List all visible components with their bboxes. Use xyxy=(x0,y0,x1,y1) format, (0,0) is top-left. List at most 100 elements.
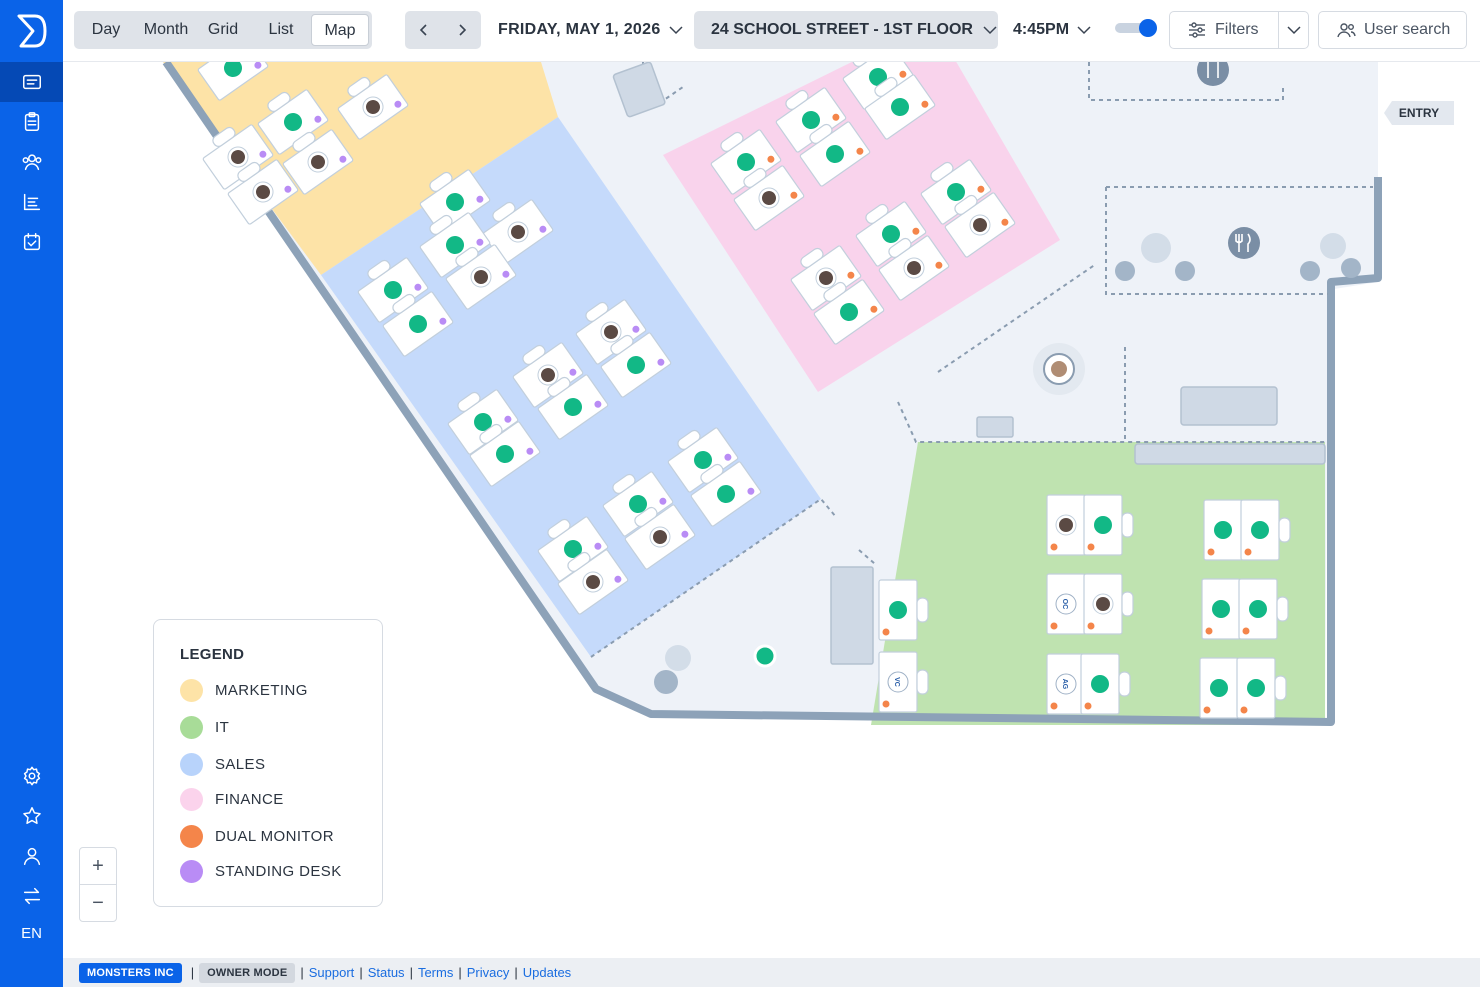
user-search-button[interactable]: User search xyxy=(1318,11,1467,49)
app-logo[interactable] xyxy=(13,12,51,50)
available-spot[interactable] xyxy=(753,644,777,668)
sliders-icon xyxy=(1189,22,1205,38)
user-search-label: User search xyxy=(1364,21,1451,38)
support-link[interactable]: Support xyxy=(309,965,355,980)
chair xyxy=(1300,261,1320,281)
organization-badge[interactable]: MONSTERS INC xyxy=(79,962,182,983)
date-nav xyxy=(405,11,481,49)
terms-link[interactable]: Terms xyxy=(418,965,453,980)
desk-chair xyxy=(1276,596,1289,622)
switch-icon xyxy=(23,887,40,905)
occupant-photo xyxy=(1059,518,1073,532)
legend-item-dual-monitor: DUAL MONITOR xyxy=(180,824,334,848)
view-list-button[interactable]: List xyxy=(258,14,304,46)
user-icon xyxy=(23,847,40,865)
chevron-left-icon xyxy=(419,24,427,36)
available-marker xyxy=(1091,675,1109,693)
top-bar: Day Month Grid List Map FRIDAY, MAY 1, 2… xyxy=(63,0,1480,62)
legend-item-finance: FINANCE xyxy=(180,787,284,811)
available-marker xyxy=(889,601,907,619)
view-switcher: Day Month Grid List Map xyxy=(74,11,372,49)
sidebar-item-tasks[interactable] xyxy=(0,102,63,142)
reports-icon xyxy=(23,193,40,211)
cabinet xyxy=(976,416,1014,438)
time-label: 4:45PM xyxy=(1013,21,1070,38)
chevron-down-icon xyxy=(1077,26,1091,35)
chevron-down-icon xyxy=(1287,26,1301,35)
date-selector[interactable]: FRIDAY, MAY 1, 2026 xyxy=(498,11,683,49)
desk-feature-dot xyxy=(1205,627,1213,635)
status-link[interactable]: Status xyxy=(368,965,405,980)
zoom-out-button[interactable]: − xyxy=(80,885,116,922)
mode-badge: OWNER MODE xyxy=(199,962,296,983)
desk-feature-dot xyxy=(882,700,890,708)
next-day-button[interactable] xyxy=(443,11,481,49)
filters-button[interactable]: Filters xyxy=(1170,12,1278,48)
location-label: 24 SCHOOL STREET - 1ST FLOOR xyxy=(711,21,973,38)
language-selector[interactable]: EN xyxy=(0,925,63,942)
filters-control: Filters xyxy=(1169,11,1309,49)
view-month-button[interactable]: Month xyxy=(134,14,198,46)
sidebar-item-bookings[interactable] xyxy=(0,62,63,102)
chair xyxy=(654,670,678,694)
desk-feature-dot xyxy=(1207,548,1215,556)
occupant-photo xyxy=(1096,597,1110,611)
desk-feature-dot xyxy=(1050,702,1058,710)
meeting-room-occupant[interactable] xyxy=(1043,353,1075,385)
sidebar: EN xyxy=(0,0,63,987)
sofa xyxy=(1180,386,1278,426)
zoom-in-button[interactable]: + xyxy=(80,848,116,885)
legend-item-sales: SALES xyxy=(180,752,265,776)
calendar-check-icon xyxy=(23,233,40,251)
filters-label: Filters xyxy=(1215,21,1259,38)
desk-chair xyxy=(916,669,929,695)
occupant-initials: VC xyxy=(893,677,900,687)
occupant-initials: AG xyxy=(1061,679,1068,690)
chair xyxy=(1115,261,1135,281)
restaurant-icon xyxy=(1228,227,1260,259)
availability-toggle[interactable] xyxy=(1115,19,1160,37)
cafe-table xyxy=(1141,233,1171,263)
desk-feature-dot xyxy=(1050,543,1058,551)
desk-feature-dot xyxy=(882,628,890,636)
desk-feature-dot xyxy=(1087,622,1095,630)
sidebar-item-reports[interactable] xyxy=(0,182,63,222)
desk-chair xyxy=(1121,591,1134,617)
counter-seating xyxy=(1134,443,1326,465)
chevron-right-icon xyxy=(459,24,467,36)
sidebar-item-people[interactable] xyxy=(0,142,63,182)
view-map-button[interactable]: Map xyxy=(311,14,369,46)
sidebar-item-settings[interactable] xyxy=(0,756,63,796)
legend-item-marketing: MARKETING xyxy=(180,678,308,702)
view-day-button[interactable]: Day xyxy=(80,14,132,46)
sidebar-item-calendar[interactable] xyxy=(0,222,63,262)
sidebar-item-profile[interactable] xyxy=(0,836,63,876)
filters-dropdown-button[interactable] xyxy=(1278,12,1309,48)
floor-map[interactable]: OC AG VC ENTRY LEGEND MARKETING IT SALES F… xyxy=(63,62,1480,958)
available-marker xyxy=(1210,679,1228,697)
time-selector[interactable]: 4:45PM xyxy=(1013,11,1091,49)
view-grid-button[interactable]: Grid xyxy=(200,14,246,46)
desk-chair xyxy=(1278,517,1291,543)
star-icon xyxy=(22,807,41,824)
date-label: FRIDAY, MAY 1, 2026 xyxy=(498,21,661,38)
available-marker xyxy=(1214,521,1232,539)
available-marker xyxy=(1247,679,1265,697)
sidebar-item-favorites[interactable] xyxy=(0,796,63,836)
desk-chair xyxy=(1121,512,1134,538)
available-marker xyxy=(1249,600,1267,618)
available-marker xyxy=(1212,600,1230,618)
occupant-initials: OC xyxy=(1061,599,1068,610)
chevron-down-icon xyxy=(669,26,683,35)
clipboard-icon xyxy=(24,112,39,131)
privacy-link[interactable]: Privacy xyxy=(467,965,510,980)
available-marker xyxy=(1094,516,1112,534)
location-selector[interactable]: 24 SCHOOL STREET - 1ST FLOOR xyxy=(694,11,998,49)
entry-label: ENTRY xyxy=(1384,101,1454,125)
cafe-table xyxy=(665,645,691,671)
desk-chair xyxy=(1274,675,1287,701)
sidebar-item-switch[interactable] xyxy=(0,876,63,916)
chair xyxy=(1341,258,1361,278)
updates-link[interactable]: Updates xyxy=(523,965,571,980)
prev-day-button[interactable] xyxy=(405,11,443,49)
